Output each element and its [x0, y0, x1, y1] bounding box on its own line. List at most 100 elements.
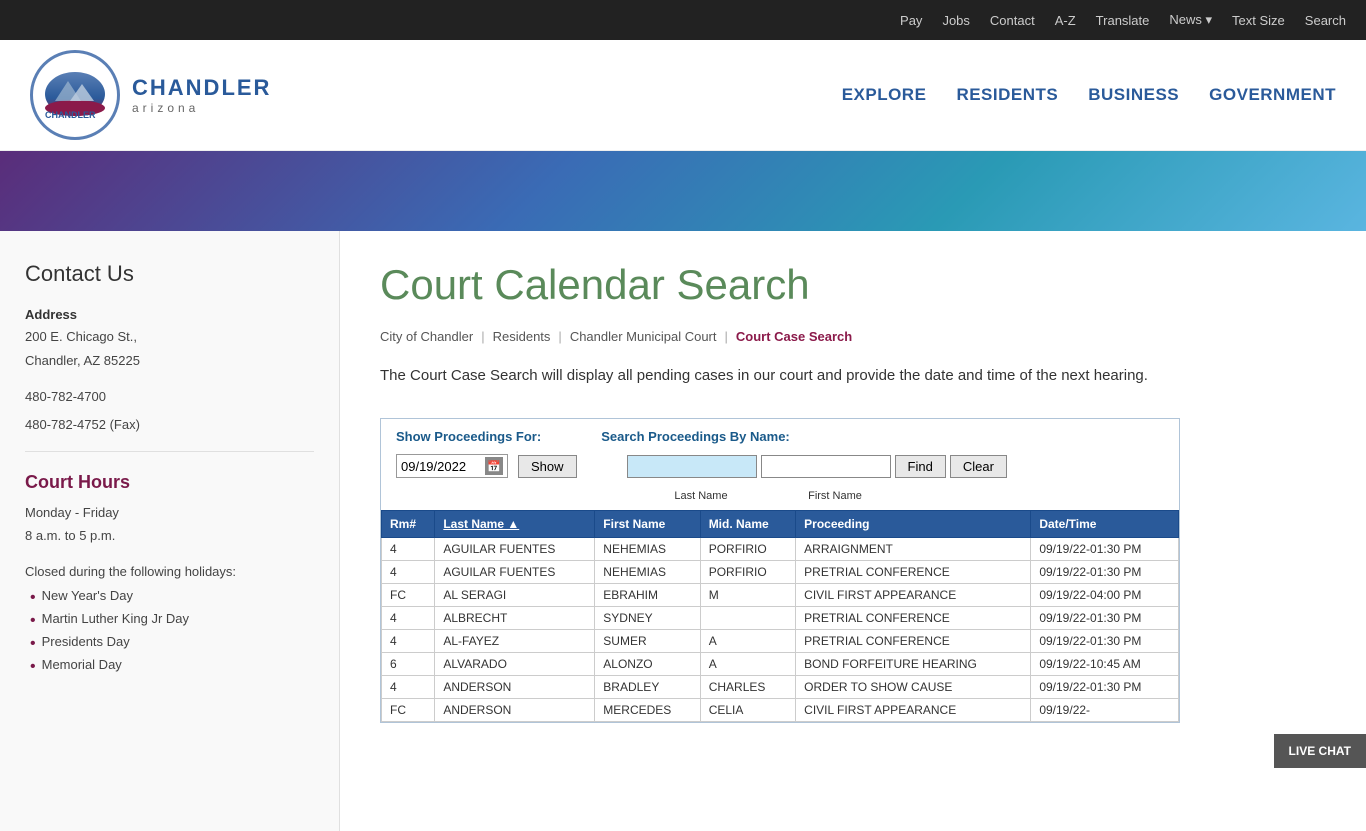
table-cell	[700, 607, 795, 630]
table-cell: 09/19/22-01:30 PM	[1031, 630, 1179, 653]
date-input[interactable]	[401, 459, 481, 474]
table-cell: A	[700, 630, 795, 653]
find-button[interactable]: Find	[895, 455, 946, 478]
phone1: 480-782-4700	[25, 387, 314, 408]
holidays-list: New Year's Day Martin Luther King Jr Day…	[25, 588, 314, 677]
table-row: 4AL-FAYEZSUMERAPRETRIAL CONFERENCE09/19/…	[382, 630, 1179, 653]
address-line2: Chandler, AZ 85225	[25, 351, 314, 372]
main-content: Court Calendar Search City of Chandler |…	[340, 231, 1366, 831]
hours-line1: Monday - Friday	[25, 503, 314, 524]
topnav-contact[interactable]: Contact	[990, 13, 1035, 28]
lastname-label: Last Name	[636, 490, 766, 502]
topnav-translate[interactable]: Translate	[1096, 13, 1150, 28]
table-row: 4ALBRECHTSYDNEYPRETRIAL CONFERENCE09/19/…	[382, 607, 1179, 630]
logo-area: CHANDLER CHANDLER arizona	[30, 50, 271, 140]
nav-residents[interactable]: RESIDENTS	[956, 85, 1058, 105]
live-chat-button[interactable]: LIVE CHAT	[1274, 734, 1366, 768]
table-cell: NEHEMIAS	[595, 561, 700, 584]
name-search-group: Find Clear	[627, 455, 1007, 478]
table-cell: MERCEDES	[595, 699, 700, 722]
results-table: Rm# Last Name ▲ First Name Mid. Name Pro…	[381, 510, 1179, 722]
logo-svg: CHANDLER	[40, 66, 110, 121]
nav-business[interactable]: BUSINESS	[1088, 85, 1179, 105]
breadcrumb-current: Court Case Search	[736, 329, 852, 344]
address-line1: 200 E. Chicago St.,	[25, 327, 314, 348]
hours-line2: 8 a.m. to 5 p.m.	[25, 526, 314, 547]
table-cell: NEHEMIAS	[595, 538, 700, 561]
table-cell: ALONZO	[595, 653, 700, 676]
breadcrumb-sep2: |	[558, 329, 561, 344]
table-cell: SUMER	[595, 630, 700, 653]
topnav-jobs[interactable]: Jobs	[942, 13, 969, 28]
table-cell: ANDERSON	[435, 676, 595, 699]
table-cell: FC	[382, 699, 435, 722]
table-cell: M	[700, 584, 795, 607]
logo-text-chandler: CHANDLER	[132, 75, 271, 101]
svg-text:CHANDLER: CHANDLER	[45, 110, 96, 120]
table-header: Rm# Last Name ▲ First Name Mid. Name Pro…	[382, 511, 1179, 538]
table-cell: AL-FAYEZ	[435, 630, 595, 653]
breadcrumb-city[interactable]: City of Chandler	[380, 329, 473, 344]
breadcrumb: City of Chandler | Residents | Chandler …	[380, 329, 1326, 344]
table-cell: CIVIL FIRST APPEARANCE	[796, 584, 1031, 607]
col-midname: Mid. Name	[700, 511, 795, 538]
show-button[interactable]: Show	[518, 455, 577, 478]
clear-button[interactable]: Clear	[950, 455, 1007, 478]
table-cell: PRETRIAL CONFERENCE	[796, 630, 1031, 653]
closed-text: Closed during the following holidays:	[25, 562, 314, 583]
holiday-item: Memorial Day	[30, 657, 314, 676]
content-description: The Court Case Search will display all p…	[380, 364, 1260, 388]
table-cell: CHARLES	[700, 676, 795, 699]
holiday-item: New Year's Day	[30, 588, 314, 607]
table-cell: FC	[382, 584, 435, 607]
breadcrumb-sep3: |	[725, 329, 728, 344]
main-navigation: EXPLORE RESIDENTS BUSINESS GOVERNMENT	[842, 85, 1336, 105]
table-row: 4ANDERSONBRADLEYCHARLESORDER TO SHOW CAU…	[382, 676, 1179, 699]
firstname-input[interactable]	[761, 455, 891, 478]
col-rm: Rm#	[382, 511, 435, 538]
table-cell: ANDERSON	[435, 699, 595, 722]
table-cell: AGUILAR FUENTES	[435, 561, 595, 584]
table-cell: ARRAIGNMENT	[796, 538, 1031, 561]
holiday-item: Martin Luther King Jr Day	[30, 611, 314, 630]
nav-explore[interactable]: EXPLORE	[842, 85, 927, 105]
contact-us-title: Contact Us	[25, 261, 314, 287]
table-cell: 09/19/22-04:00 PM	[1031, 584, 1179, 607]
date-input-group: 📅	[396, 454, 508, 478]
divider	[25, 451, 314, 452]
logo-text-arizona: arizona	[132, 101, 271, 115]
table-cell: AL SERAGI	[435, 584, 595, 607]
site-header: CHANDLER CHANDLER arizona EXPLORE RESIDE…	[0, 40, 1366, 151]
lastname-input[interactable]	[627, 455, 757, 478]
table-cell: PRETRIAL CONFERENCE	[796, 607, 1031, 630]
breadcrumb-residents[interactable]: Residents	[493, 329, 551, 344]
table-cell: 09/19/22-10:45 AM	[1031, 653, 1179, 676]
col-firstname: First Name	[595, 511, 700, 538]
phone2: 480-782-4752 (Fax)	[25, 415, 314, 436]
calendar-icon[interactable]: 📅	[485, 457, 503, 475]
page-title: Court Calendar Search	[380, 261, 1326, 309]
table-cell: 4	[382, 676, 435, 699]
firstname-label: First Name	[770, 490, 900, 502]
table-cell: 6	[382, 653, 435, 676]
table-row: FCAL SERAGIEBRAHIMMCIVIL FIRST APPEARANC…	[382, 584, 1179, 607]
table-cell: ALBRECHT	[435, 607, 595, 630]
topnav-textsize[interactable]: Text Size	[1232, 13, 1285, 28]
table-row: FCANDERSONMERCEDESCELIACIVIL FIRST APPEA…	[382, 699, 1179, 722]
table-cell: BRADLEY	[595, 676, 700, 699]
input-labels-row: Last Name First Name	[381, 488, 1179, 510]
col-lastname: Last Name ▲	[435, 511, 595, 538]
topnav-pay[interactable]: Pay	[900, 13, 922, 28]
topnav-news[interactable]: News ▾	[1169, 12, 1212, 28]
table-cell: PORFIRIO	[700, 561, 795, 584]
table-cell: 09/19/22-01:30 PM	[1031, 561, 1179, 584]
table-cell: CELIA	[700, 699, 795, 722]
topnav-az[interactable]: A-Z	[1055, 13, 1076, 28]
topnav-search[interactable]: Search	[1305, 13, 1346, 28]
nav-government[interactable]: GOVERNMENT	[1209, 85, 1336, 105]
search-tool: Show Proceedings For: Search Proceedings…	[380, 418, 1180, 723]
table-cell: CIVIL FIRST APPEARANCE	[796, 699, 1031, 722]
show-proceedings-label: Show Proceedings For:	[396, 429, 541, 444]
breadcrumb-court[interactable]: Chandler Municipal Court	[570, 329, 717, 344]
table-cell: 4	[382, 630, 435, 653]
